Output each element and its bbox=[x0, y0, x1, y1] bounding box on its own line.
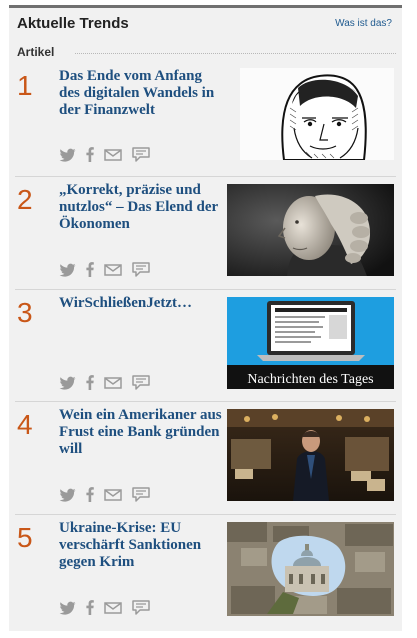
section-label: Artikel bbox=[17, 45, 55, 59]
facebook-icon[interactable] bbox=[86, 487, 94, 502]
article-rank: 3 bbox=[17, 297, 33, 328]
article-item: 1 Das Ende vom Anfang des digitalen Wand… bbox=[9, 66, 402, 176]
article-thumbnail[interactable] bbox=[227, 522, 394, 616]
engraved-portrait-of-man bbox=[240, 68, 394, 160]
article-thumbnail[interactable] bbox=[227, 184, 394, 276]
twitter-icon[interactable] bbox=[59, 148, 76, 162]
facebook-icon[interactable] bbox=[86, 375, 94, 390]
article-rank: 5 bbox=[17, 522, 33, 553]
email-icon[interactable] bbox=[104, 601, 122, 614]
email-icon[interactable] bbox=[104, 488, 122, 501]
email-icon[interactable] bbox=[104, 148, 122, 161]
twitter-icon[interactable] bbox=[59, 601, 76, 615]
twitter-icon[interactable] bbox=[59, 263, 76, 277]
article-rank: 1 bbox=[17, 70, 33, 101]
article-title[interactable]: Ukraine-Krise: EU verschärft Sanktionen … bbox=[59, 520, 224, 571]
article-title[interactable]: Wein ein Amerikaner aus Frust eine Bank … bbox=[59, 407, 224, 458]
comment-icon[interactable] bbox=[132, 487, 150, 502]
email-icon[interactable] bbox=[104, 376, 122, 389]
facebook-icon[interactable] bbox=[86, 147, 94, 162]
article-rank: 2 bbox=[17, 184, 33, 215]
article-thumbnail[interactable] bbox=[240, 68, 394, 160]
comment-icon[interactable] bbox=[132, 147, 150, 162]
cathedral-through-stone-wall bbox=[227, 522, 394, 616]
what-is-this-link[interactable]: Was ist das? bbox=[335, 18, 392, 29]
twitter-icon[interactable] bbox=[59, 376, 76, 390]
article-item: 2 „Korrekt, präzise und nutzlos“ – Das E… bbox=[9, 176, 402, 290]
article-divider bbox=[15, 514, 396, 515]
section-divider bbox=[75, 53, 396, 54]
article-title[interactable]: „Korrekt, präzise und nutzlos“ – Das Ele… bbox=[59, 182, 224, 233]
article-item: 5 Ukraine-Krise: EU verschärft Sanktione… bbox=[9, 514, 402, 628]
facebook-icon[interactable] bbox=[86, 600, 94, 615]
share-bar bbox=[59, 600, 150, 615]
article-divider bbox=[15, 401, 396, 402]
article-thumbnail[interactable] bbox=[227, 409, 394, 501]
article-thumbnail[interactable]: Nachrichten des Tages bbox=[227, 297, 394, 389]
laptop-newspaper: Nachrichten des Tages bbox=[227, 297, 394, 389]
man-in-restaurant bbox=[227, 409, 394, 501]
share-bar bbox=[59, 262, 150, 277]
article-divider bbox=[15, 289, 396, 290]
panel-header: Aktuelle Trends Was ist das? bbox=[9, 8, 402, 38]
article-title[interactable]: WirSchließenJetzt… bbox=[59, 295, 224, 312]
thumbnail-caption: Nachrichten des Tages bbox=[247, 372, 373, 387]
share-bar bbox=[59, 147, 150, 162]
article-divider bbox=[15, 176, 396, 177]
trends-panel: Aktuelle Trends Was ist das? Artikel 1 D… bbox=[9, 5, 402, 631]
comment-icon[interactable] bbox=[132, 262, 150, 277]
comment-icon[interactable] bbox=[132, 600, 150, 615]
article-item: 3 WirSchließenJetzt… Nachrichten des Tag… bbox=[9, 289, 402, 403]
twitter-icon[interactable] bbox=[59, 488, 76, 502]
share-bar bbox=[59, 487, 150, 502]
facebook-icon[interactable] bbox=[86, 262, 94, 277]
portrait-of-man-with-powdered-wig bbox=[227, 184, 394, 276]
share-bar bbox=[59, 375, 150, 390]
email-icon[interactable] bbox=[104, 263, 122, 276]
article-rank: 4 bbox=[17, 409, 33, 440]
article-title[interactable]: Das Ende vom Anfang des digitalen Wandel… bbox=[59, 68, 224, 119]
comment-icon[interactable] bbox=[132, 375, 150, 390]
panel-title: Aktuelle Trends bbox=[17, 15, 129, 32]
article-item: 4 Wein ein Amerikaner aus Frust eine Ban… bbox=[9, 401, 402, 515]
